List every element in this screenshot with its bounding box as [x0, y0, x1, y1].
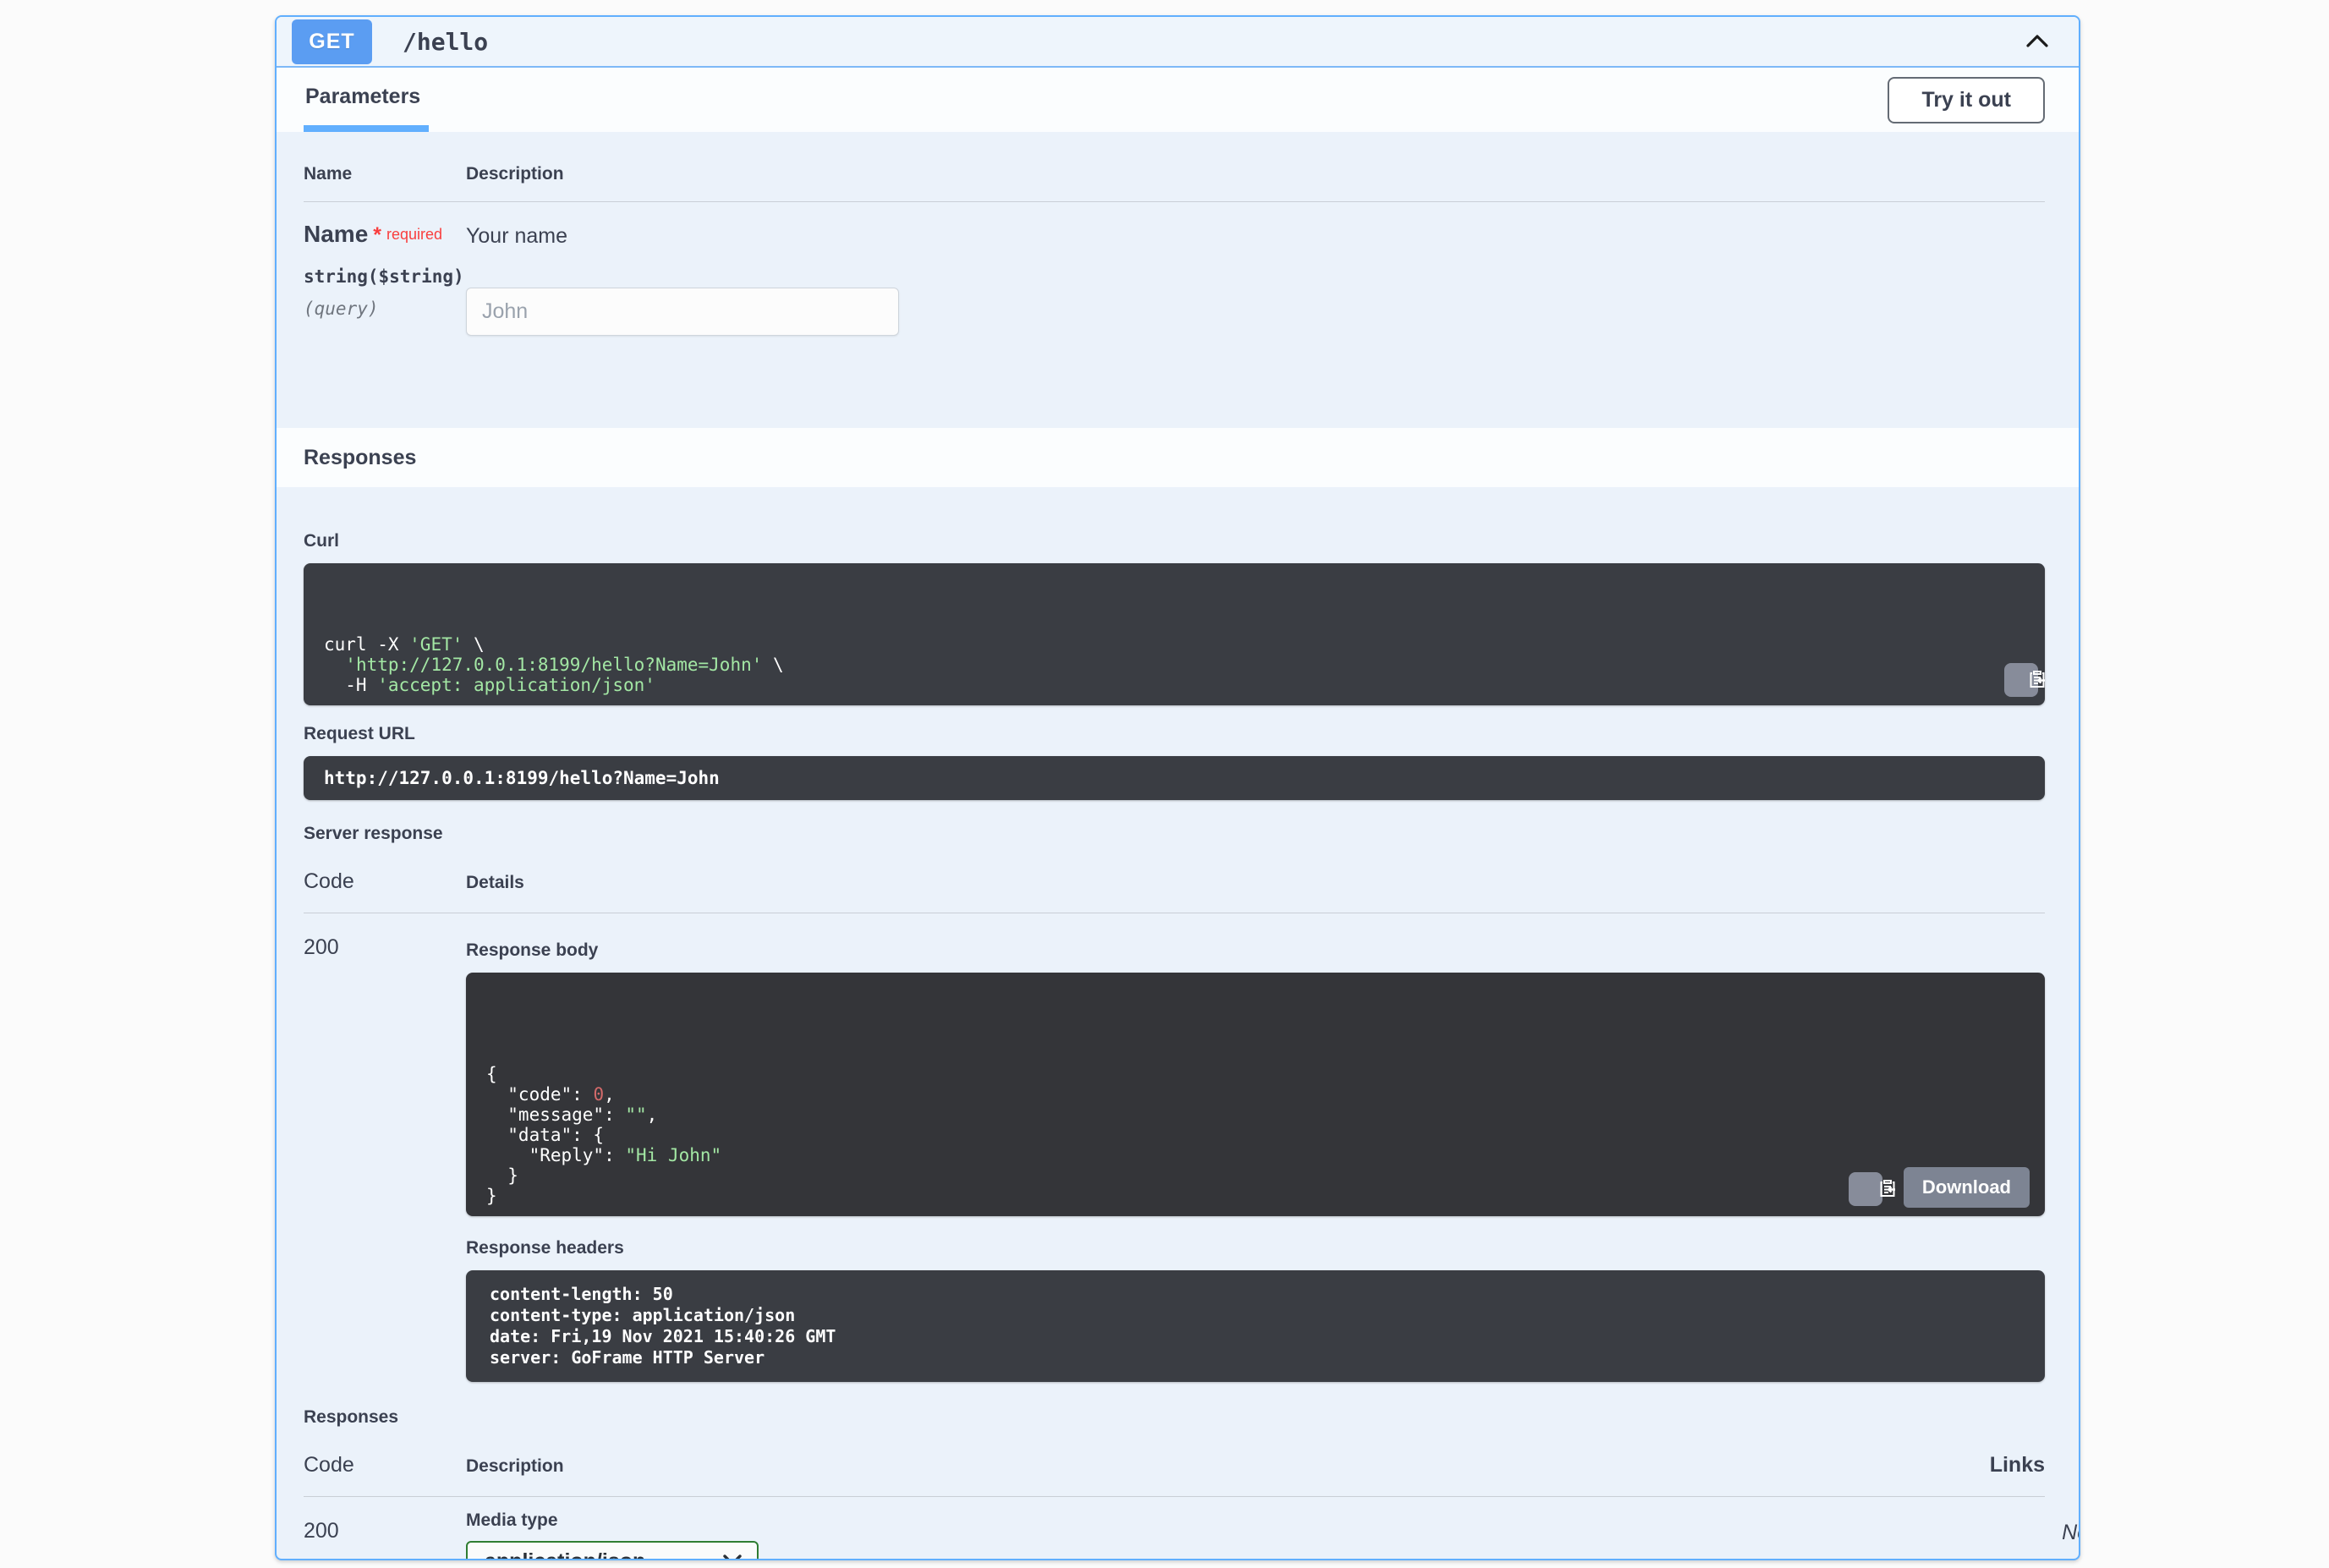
request-url-label: Request URL — [304, 724, 2045, 744]
media-type-select[interactable]: application/json — [466, 1541, 759, 1560]
no-links-text: No links — [2002, 1497, 2080, 1560]
curl-code-block: curl -X 'GET' \ 'http://127.0.0.1:8199/h… — [304, 563, 2045, 705]
server-response-details-header: Details — [466, 873, 2045, 893]
responses-code-header: Code — [304, 1453, 466, 1478]
http-method-badge: GET — [292, 19, 372, 64]
parameter-value-input[interactable] — [466, 288, 899, 336]
required-star: * — [373, 223, 381, 247]
parameter-row-name: Name* required string($string) (query) Yo… — [304, 202, 2045, 336]
response-doc-status-code: 200 — [304, 1497, 466, 1560]
responses-doc-label: Responses — [304, 1407, 2045, 1428]
media-type-label: Media type — [466, 1510, 2002, 1531]
responses-section-header: Responses — [277, 428, 2079, 487]
response-headers-block: content-length: 50content-type: applicat… — [466, 1270, 2045, 1382]
parameter-name: Name — [304, 221, 368, 247]
chevron-up-icon — [2025, 31, 2050, 52]
parameters-body: Name Description Name*required string($s… — [277, 132, 2079, 428]
server-response-label: Server response — [304, 824, 2045, 844]
parameter-description: Your name — [466, 224, 2045, 249]
responses-body: Curl curl -X 'GET' \ 'http://127.0.0.1:8… — [277, 531, 2079, 1560]
required-label: required — [386, 226, 442, 243]
operation-summary-bar[interactable]: GET /hello — [277, 17, 2079, 68]
download-button[interactable]: Download — [1904, 1167, 2030, 1208]
try-it-out-button[interactable]: Try it out — [1888, 77, 2045, 123]
response-headers-label: Response headers — [466, 1238, 2045, 1258]
copy-to-clipboard-icon — [1833, 1165, 1898, 1214]
response-body-block: Download { "code": 0, "message": "", "da… — [466, 973, 2045, 1216]
chevron-down-icon — [721, 1552, 743, 1561]
response-row-200: 200 Media type application/json Controls… — [304, 1497, 2045, 1560]
media-type-value: application/json — [485, 1549, 645, 1561]
column-header-name: Name — [304, 164, 466, 184]
parameters-section-header: Parameters Try it out — [277, 68, 2079, 132]
copy-to-clipboard-icon — [1995, 656, 2047, 705]
endpoint-path: /hello — [403, 28, 488, 56]
operation-block-get-hello: GET /hello Parameters Try it out Name De… — [275, 15, 2080, 1560]
responses-links-header: Links — [1910, 1453, 2045, 1478]
responses-description-header: Description — [466, 1456, 1910, 1477]
copy-curl-button[interactable] — [2004, 663, 2038, 697]
collapse-button[interactable] — [2021, 28, 2053, 56]
parameter-location: (query) — [304, 299, 466, 319]
parameter-type: string($string) — [304, 266, 466, 287]
tab-parameters: Parameters — [304, 68, 429, 132]
server-response-status-code: 200 — [304, 913, 466, 1382]
copy-response-button[interactable] — [1849, 1172, 1882, 1206]
responses-section-title: Responses — [304, 446, 416, 470]
response-body-label: Response body — [466, 940, 2045, 961]
curl-label: Curl — [304, 531, 2045, 551]
column-header-description: Description — [466, 164, 2045, 184]
request-url-value: http://127.0.0.1:8199/hello?Name=John — [304, 756, 2045, 800]
server-response-code-header: Code — [304, 869, 466, 894]
